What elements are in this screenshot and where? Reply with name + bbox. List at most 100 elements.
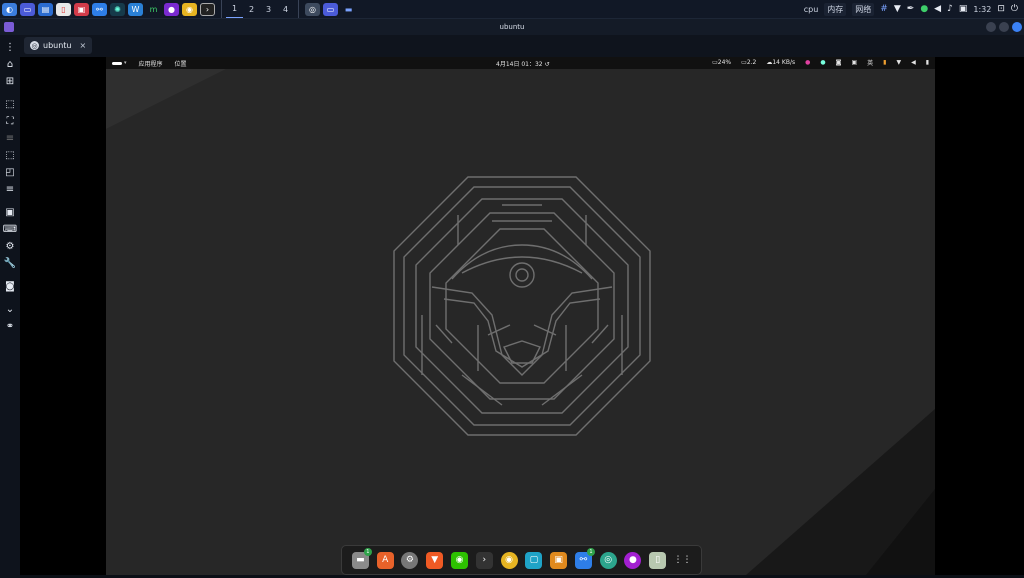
- settings-icon[interactable]: ⚙: [401, 551, 419, 569]
- volume-icon[interactable]: ◀: [911, 59, 916, 66]
- app-menu-icon[interactable]: ◐: [2, 2, 17, 16]
- atom-icon[interactable]: ✺: [110, 2, 125, 16]
- settings-icon[interactable]: ⚙: [3, 240, 17, 254]
- workspace-1[interactable]: 1: [226, 0, 243, 18]
- window-icon[interactable]: ▣: [3, 206, 17, 220]
- feather-icon[interactable]: ✒: [907, 4, 915, 14]
- volume-icon[interactable]: ◀: [934, 4, 941, 14]
- vm-side-toolbar: ⋮ ⌂ ⊞ ⬚ ⛶ ≡ ⬚ ◰ ≡ ▣ ⌨ ⚙ 🔧 ◙ ⌄ ⚭: [0, 35, 20, 578]
- files-icon[interactable]: ▤: [38, 2, 53, 16]
- copy-badge: 1: [586, 547, 595, 556]
- new-window-icon[interactable]: ⊞: [3, 75, 17, 89]
- vm-app-icon: [4, 22, 14, 32]
- menu-lines-icon[interactable]: ≡: [3, 183, 17, 197]
- app-store-icon[interactable]: A: [376, 551, 394, 569]
- browser-icon[interactable]: ◎: [599, 551, 617, 569]
- wordpress-icon[interactable]: W: [128, 2, 143, 16]
- wifi-icon[interactable]: ▼: [894, 4, 901, 14]
- tab-close-button[interactable]: ×: [80, 41, 87, 50]
- mem-monitor[interactable]: 内存: [824, 2, 847, 16]
- scale-icon[interactable]: ◰: [3, 166, 17, 180]
- camera-icon[interactable]: ◙: [3, 280, 17, 294]
- task-vm-icon[interactable]: ◎: [305, 2, 320, 16]
- menu-icon[interactable]: ⋮: [3, 41, 17, 55]
- activities-indicator[interactable]: [112, 61, 122, 65]
- terminal-icon[interactable]: ›: [475, 551, 493, 569]
- net-speed-indicator[interactable]: ☁14 KB/s: [766, 59, 795, 66]
- home-icon[interactable]: ⌂: [3, 58, 17, 72]
- tray-cyan-icon[interactable]: ●: [820, 59, 825, 66]
- chrome-icon[interactable]: ◉: [500, 551, 518, 569]
- clipboard-icon[interactable]: ▣: [959, 4, 968, 14]
- tab-ubuntu[interactable]: ◎ ubuntu ×: [24, 37, 93, 54]
- load-indicator[interactable]: ▭2.2: [741, 59, 756, 66]
- select-icon[interactable]: ⬚: [3, 98, 17, 112]
- workspace-4[interactable]: 4: [277, 1, 294, 18]
- task-window-icon[interactable]: ▬: [341, 3, 356, 16]
- tray-pink-icon[interactable]: ●: [805, 59, 810, 66]
- applications-menu[interactable]: 应用程序: [139, 59, 163, 68]
- host-clock[interactable]: 1:32: [973, 5, 991, 14]
- net-monitor[interactable]: 网络: [852, 2, 875, 16]
- document-icon[interactable]: ▯: [56, 2, 71, 16]
- guest-clock[interactable]: 4月14日 01：32 ↺: [496, 59, 550, 68]
- close-icon[interactable]: [1012, 22, 1022, 32]
- power-icon[interactable]: ▮: [926, 59, 929, 66]
- share-icon[interactable]: ⚯ 1: [574, 547, 595, 569]
- task-desktop-icon[interactable]: ▭: [323, 2, 338, 16]
- share-icon[interactable]: ⚯: [92, 2, 107, 16]
- terminal-icon[interactable]: ›: [200, 2, 215, 16]
- battery-indicator[interactable]: ▭24%: [712, 59, 731, 66]
- maximize-button[interactable]: [999, 22, 1009, 32]
- unity-icon[interactable]: ⬚: [3, 149, 17, 163]
- clipboard-icon[interactable]: ▣: [851, 59, 857, 66]
- keyboard-icon[interactable]: ⌨: [3, 223, 17, 237]
- wechat-icon[interactable]: ◉: [451, 551, 469, 569]
- ime-indicator[interactable]: 英: [867, 58, 873, 67]
- wrench-icon[interactable]: 🔧: [3, 257, 17, 271]
- bell-icon[interactable]: ♪: [947, 4, 953, 14]
- guest-desktop[interactable]: ▾ 应用程序 位置 4月14日 01：32 ↺ ▭24% ▭2.2 ☁14 KB…: [106, 57, 935, 575]
- desktop-icon[interactable]: ▭: [20, 2, 35, 16]
- editor-icon[interactable]: m: [146, 3, 161, 16]
- tab-label: ubuntu: [43, 41, 72, 50]
- tray-app-icon[interactable]: ●: [920, 4, 928, 14]
- chrome-icon[interactable]: ◉: [182, 2, 197, 16]
- guest-datetime: 4月14日 01：32: [496, 61, 543, 68]
- copy-icon[interactable]: ▣: [550, 551, 568, 569]
- wifi-icon[interactable]: ▼: [896, 59, 901, 66]
- vm-tab-bar: ◎ ubuntu ×: [20, 35, 1024, 57]
- host-top-panel: ◐ ▭ ▤ ▯ ▣ ⚯ ✺ W m ● ◉ › 1 2 3 4 ◎ ▭ ▬ cp…: [0, 0, 1024, 19]
- link-icon[interactable]: ⚭: [3, 320, 17, 334]
- chevron-down-icon[interactable]: ⌄: [3, 303, 17, 317]
- net-speed-value: 14 KB/s: [772, 59, 796, 66]
- files-icon[interactable]: ▬ 1: [351, 547, 372, 569]
- firefox-icon[interactable]: ●: [164, 2, 179, 16]
- guest-dock: ▬ 1 A ⚙ ▼ ◉ › ◉ ▢ ▣ ⚯ 1 ◎ ● ▯ ⋮⋮: [341, 545, 702, 575]
- workspace-2[interactable]: 2: [243, 1, 260, 18]
- brave-icon[interactable]: ▼: [426, 551, 444, 569]
- sync-icon: ↺: [544, 61, 550, 68]
- places-menu[interactable]: 位置: [175, 59, 187, 68]
- tray-flame-icon[interactable]: ▮: [883, 59, 886, 66]
- lock-icon[interactable]: ⊡: [997, 4, 1005, 14]
- running-apps: ◎ ▭ ▬: [303, 2, 356, 16]
- battery-value: 24%: [717, 59, 732, 66]
- vm-window-titlebar[interactable]: ubuntu: [0, 19, 1024, 35]
- minimize-button[interactable]: [986, 22, 996, 32]
- app-grid-icon[interactable]: ⋮⋮: [674, 552, 692, 569]
- ubuntu-icon: ◎: [30, 41, 39, 50]
- grid-icon[interactable]: #: [880, 4, 888, 14]
- cpu-monitor[interactable]: cpu: [804, 5, 819, 14]
- fullscreen-icon[interactable]: ⛶: [3, 115, 17, 129]
- load-value: 2.2: [746, 59, 757, 66]
- workspace-3[interactable]: 3: [260, 1, 277, 18]
- power-icon[interactable]: ⏻: [1011, 4, 1018, 14]
- camera-icon[interactable]: ◙: [836, 59, 842, 66]
- remote-desktop-icon[interactable]: ▢: [525, 551, 543, 569]
- trash-icon[interactable]: ▯: [649, 551, 667, 569]
- list-icon[interactable]: ≡: [3, 132, 17, 146]
- firefox-icon[interactable]: ●: [624, 551, 642, 569]
- image-viewer-icon[interactable]: ▣: [74, 2, 89, 16]
- vm-display[interactable]: ▾ 应用程序 位置 4月14日 01：32 ↺ ▭24% ▭2.2 ☁14 KB…: [20, 57, 1024, 575]
